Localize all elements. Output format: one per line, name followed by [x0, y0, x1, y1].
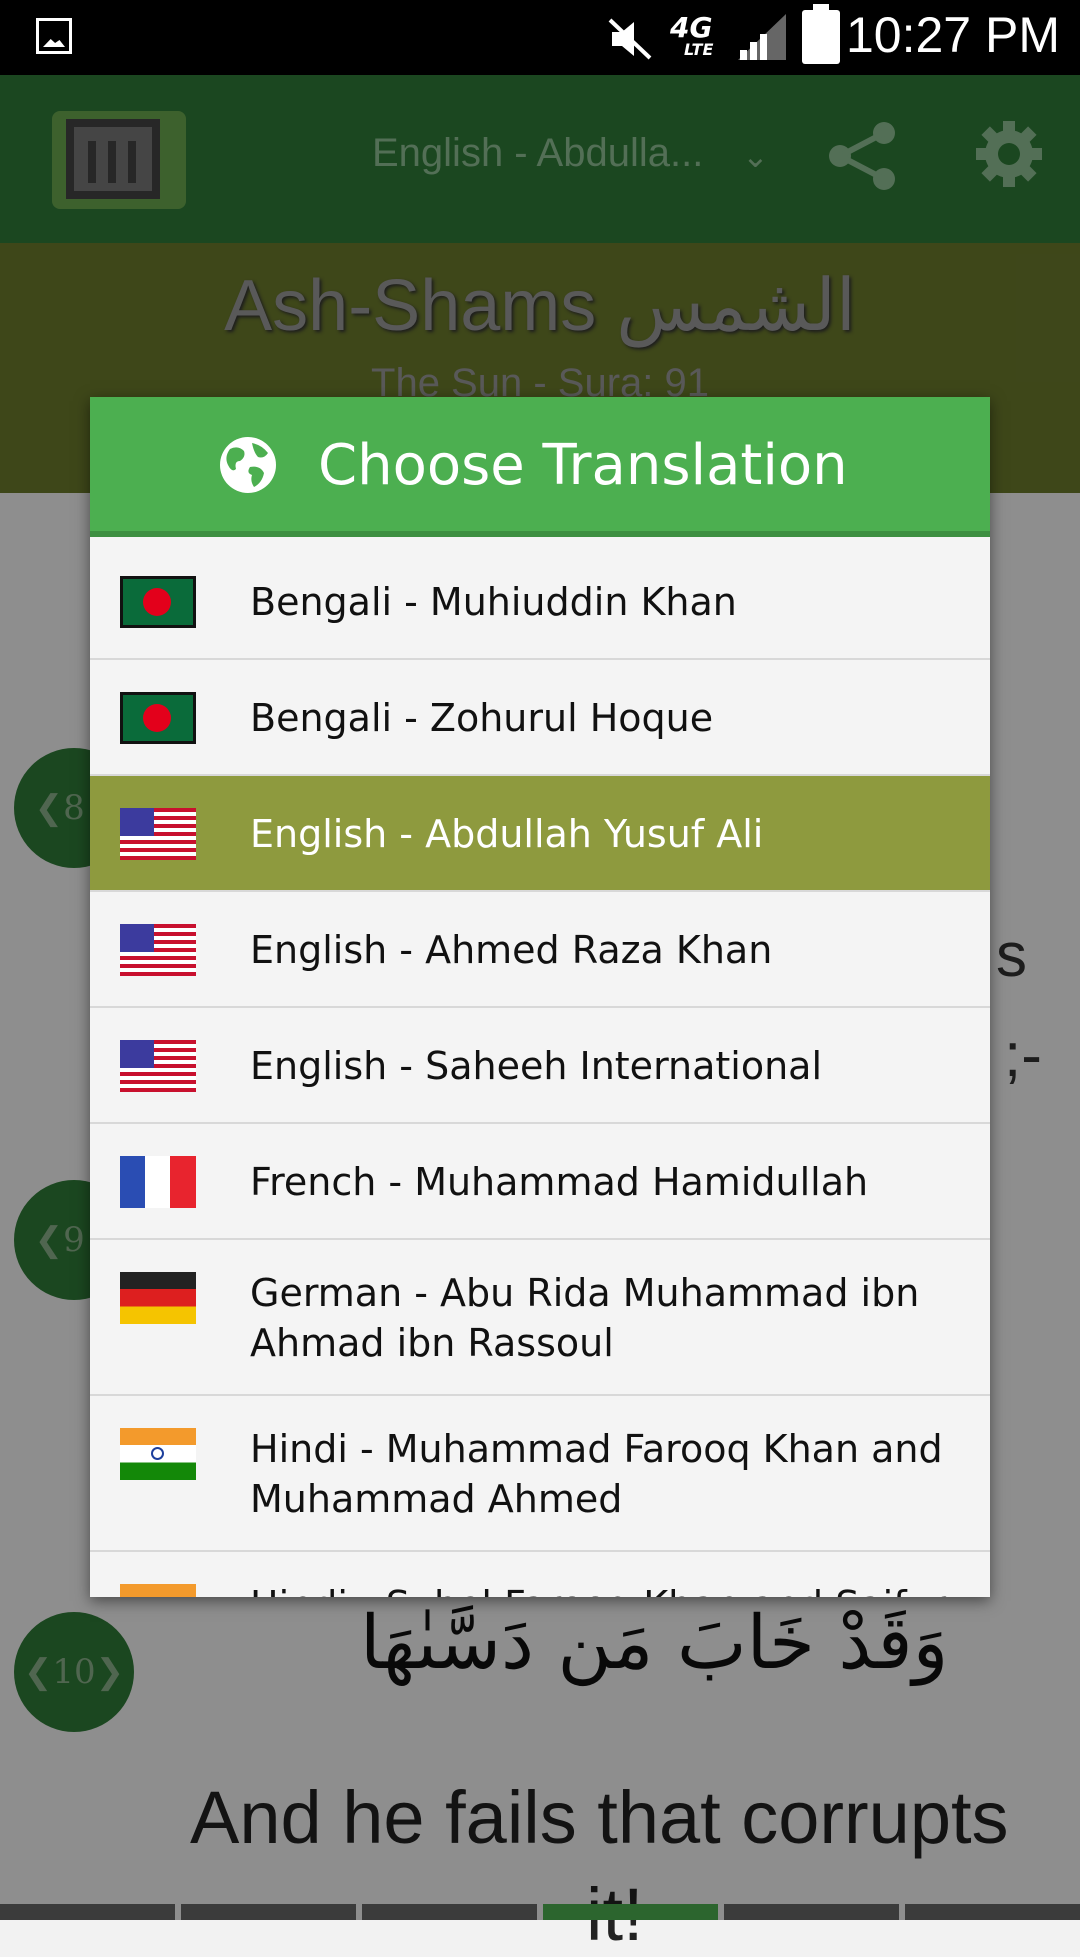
translation-item[interactable]: Hindi - Suhel Farooq Khan and Saifur: [90, 1552, 990, 1597]
translation-item-label: German - Abu Rida Muhammad ibn Ahmad ibn…: [250, 1271, 920, 1365]
choose-translation-dialog: Choose Translation Bengali - Muhiuddin K…: [90, 397, 990, 1597]
india-flag-icon: [120, 1428, 196, 1480]
status-bar: 4G LTE 10:27 PM: [0, 0, 1080, 75]
usa-flag-icon: [120, 808, 196, 860]
translation-item-label: Hindi - Muhammad Farooq Khan and Muhamma…: [250, 1427, 943, 1521]
battery-icon: [802, 4, 840, 64]
dialog-header: Choose Translation: [90, 397, 990, 537]
bangladesh-flag-icon: [120, 576, 196, 628]
translation-item[interactable]: English - Saheeh International: [90, 1008, 990, 1124]
gallery-notification-icon: [36, 18, 72, 54]
globe-icon: [220, 437, 276, 493]
translation-item-label: French - Muhammad Hamidullah: [250, 1160, 869, 1204]
translation-item[interactable]: English - Ahmed Raza Khan: [90, 892, 990, 1008]
translation-list: Bengali - Muhiuddin Khan Bengali - Zohur…: [90, 544, 990, 1597]
germany-flag-icon: [120, 1272, 196, 1324]
translation-item-label: English - Abdullah Yusuf Ali: [250, 812, 764, 856]
usa-flag-icon: [120, 1040, 196, 1092]
translation-item-label: Hindi - Suhel Farooq Khan and Saifur: [250, 1580, 970, 1597]
usa-flag-icon: [120, 924, 196, 976]
france-flag-icon: [120, 1156, 196, 1208]
translation-item[interactable]: German - Abu Rida Muhammad ibn Ahmad ibn…: [90, 1240, 990, 1396]
dialog-title: Choose Translation: [318, 433, 848, 498]
translation-item-label: Bengali - Muhiuddin Khan: [250, 580, 737, 624]
translation-item-label: English - Ahmed Raza Khan: [250, 928, 773, 972]
india-flag-icon: [120, 1584, 196, 1597]
signal-icon: [738, 14, 786, 60]
translation-item[interactable]: Bengali - Muhiuddin Khan: [90, 544, 990, 660]
translation-item[interactable]: Bengali - Zohurul Hoque: [90, 660, 990, 776]
translation-item[interactable]: French - Muhammad Hamidullah: [90, 1124, 990, 1240]
translation-item-selected[interactable]: English - Abdullah Yusuf Ali: [90, 776, 990, 892]
translation-item-label: Bengali - Zohurul Hoque: [250, 696, 714, 740]
mute-icon: [608, 18, 652, 60]
translation-item[interactable]: Hindi - Muhammad Farooq Khan and Muhamma…: [90, 1396, 990, 1552]
network-type-indicator: 4G LTE: [670, 11, 714, 59]
translation-item-label: English - Saheeh International: [250, 1044, 823, 1088]
clock: 10:27 PM: [845, 7, 1060, 63]
bangladesh-flag-icon: [120, 692, 196, 744]
